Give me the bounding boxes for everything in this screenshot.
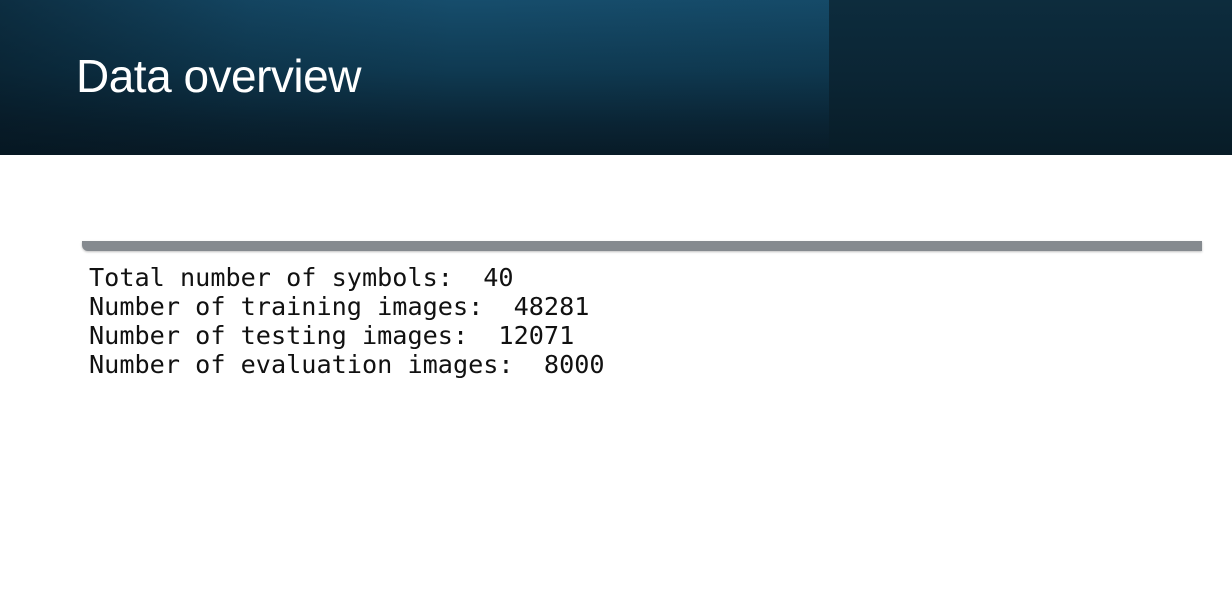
output-line-evaluation-images: Number of evaluation images: 8000 xyxy=(89,350,605,379)
output-line-total-symbols: Total number of symbols: 40 xyxy=(89,263,514,292)
title-banner-dark-panel xyxy=(829,0,1232,155)
console-output-lines: Total number of symbols: 40 Number of tr… xyxy=(89,263,605,379)
output-line-training-images: Number of training images: 48281 xyxy=(89,292,590,321)
console-output-border xyxy=(82,241,1202,251)
slide-title: Data overview xyxy=(76,50,361,102)
output-line-testing-images: Number of testing images: 12071 xyxy=(89,321,575,350)
slide: Data overview Total number of symbols: 4… xyxy=(0,0,1232,589)
console-output: Total number of symbols: 40 Number of tr… xyxy=(82,241,1202,391)
title-banner: Data overview xyxy=(0,0,1232,155)
